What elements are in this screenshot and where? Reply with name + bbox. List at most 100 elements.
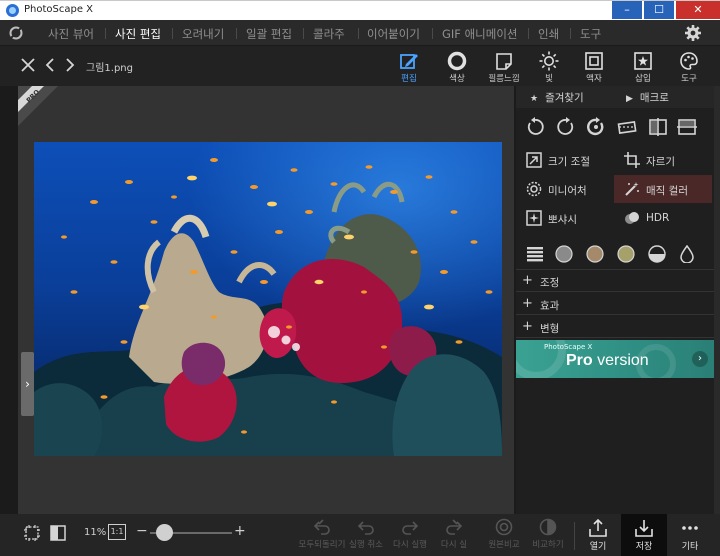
hdr-button[interactable]: HDR: [614, 204, 712, 232]
filter-gray-icon[interactable]: [555, 245, 573, 263]
filter-presets: [516, 238, 714, 270]
tab-color-label: 색상: [449, 74, 465, 84]
panel-scrollbar[interactable]: [714, 86, 720, 514]
compare-original-label: 원본비교: [488, 540, 520, 550]
revert-all-button[interactable]: 모두되돌리기: [298, 518, 346, 554]
tab-frame[interactable]: 액자: [576, 49, 612, 85]
section-effects[interactable]: + 효과: [516, 293, 714, 315]
menu-divider: [432, 28, 433, 39]
save-icon: [635, 520, 653, 537]
menu-photo-editor[interactable]: 사진 편집: [115, 26, 161, 42]
fit-screen-icon[interactable]: [24, 525, 40, 541]
section-effects-label: 효과: [540, 300, 560, 312]
favorites-button[interactable]: ★ 즐겨찾기: [530, 90, 584, 105]
redo-all-icon: [446, 519, 463, 535]
open-label: 열기: [589, 542, 607, 552]
split-view-icon[interactable]: [50, 525, 66, 541]
undo-icon: [357, 521, 374, 535]
tab-film[interactable]: 필름느낌: [486, 49, 522, 85]
hdr-label: HDR: [646, 212, 670, 224]
flip-vertical-icon[interactable]: [676, 116, 698, 138]
filter-sepia-icon[interactable]: [586, 245, 604, 263]
menu-tools[interactable]: 도구: [580, 26, 601, 42]
film-icon: [496, 53, 512, 70]
banner-title-version: version: [592, 352, 649, 369]
rotate-free-icon[interactable]: [585, 116, 607, 138]
image-canvas[interactable]: PRO ›: [18, 86, 514, 514]
tab-insert[interactable]: 삽입: [625, 49, 661, 85]
macro-button[interactable]: ▶ 매크로: [626, 90, 669, 105]
menu-batch-edit[interactable]: 일괄 편집: [246, 26, 292, 42]
chevron-right-icon: ›: [692, 351, 708, 367]
maximize-button[interactable]: ☐: [644, 1, 674, 19]
photoscape-logo-icon: [6, 4, 19, 17]
close-icon[interactable]: [20, 57, 36, 73]
crop-button[interactable]: 자르기: [614, 146, 712, 174]
magic-color-button[interactable]: 매직 컬러: [614, 175, 712, 203]
filter-half-icon[interactable]: [648, 245, 666, 263]
straighten-icon[interactable]: [616, 116, 638, 138]
undo-button[interactable]: 실행 취소: [342, 518, 390, 554]
menu-collage[interactable]: 콜라주: [313, 26, 345, 42]
pro-version-banner[interactable]: PhotoScape X Pro version ›: [516, 340, 714, 378]
expand-plus-icon: +: [522, 296, 533, 311]
app-menu-icon[interactable]: [8, 25, 24, 41]
favorites-label: 즐겨찾기: [545, 92, 584, 104]
tab-color[interactable]: 색상: [439, 49, 475, 85]
bloom-button[interactable]: 뽀샤시: [516, 204, 614, 232]
frame-icon: [585, 52, 603, 70]
tab-tools[interactable]: 도구: [671, 49, 707, 85]
zoom-out-button[interactable]: −: [136, 523, 148, 539]
filter-warm-icon[interactable]: [617, 245, 635, 263]
tab-edit[interactable]: 편집: [391, 49, 427, 85]
more-button[interactable]: 기타: [667, 514, 713, 556]
menu-photo-viewer[interactable]: 사진 뷰어: [48, 26, 94, 42]
menu-divider: [172, 28, 173, 39]
chevron-left-icon[interactable]: [42, 57, 58, 73]
miniature-icon: [526, 181, 542, 197]
expand-sidebar-button[interactable]: ›: [21, 352, 34, 416]
menu-gif-animation[interactable]: GIF 애니메이션: [442, 26, 517, 42]
compare-original-icon: [495, 518, 513, 536]
compare-original-button[interactable]: 원본비교: [480, 518, 528, 554]
section-adjust[interactable]: + 조정: [516, 270, 714, 292]
gear-icon[interactable]: [684, 24, 702, 42]
section-transform[interactable]: + 변형: [516, 316, 714, 338]
drop-icon[interactable]: [678, 245, 696, 263]
menu-cut-out[interactable]: 오려내기: [182, 26, 224, 42]
bottom-bar: 11% 1:1 − + 모두되돌리기 실행 취소 다시 실행 다시 실 원본비교…: [0, 514, 720, 556]
rotate-left-icon[interactable]: [524, 116, 546, 138]
tab-film-label: 필름느낌: [488, 74, 520, 84]
tab-light[interactable]: 빛: [531, 49, 567, 85]
tab-tools-label: 도구: [681, 74, 697, 84]
open-icon: [589, 518, 607, 537]
redo-all-button[interactable]: 다시 실: [430, 518, 478, 554]
zoom-slider-thumb[interactable]: [155, 524, 173, 541]
open-button[interactable]: 열기: [575, 514, 621, 556]
redo-all-label: 다시 실: [440, 540, 468, 550]
redo-icon: [402, 521, 419, 535]
compare-icon: [539, 518, 557, 536]
rotate-toolbar: [516, 112, 714, 142]
menu-bar: 사진 뷰어 사진 편집 오려내기 일괄 편집 콜라주 이어붙이기 GIF 애니메…: [0, 20, 720, 46]
minimize-button[interactable]: –: [612, 1, 642, 19]
chevron-right-icon[interactable]: [62, 57, 78, 73]
menu-print[interactable]: 인쇄: [538, 26, 559, 42]
editor-toolbar: 그림1.png 편집 색상 필름느낌 빛 액자 삽입 도구: [0, 46, 720, 86]
compare-button[interactable]: 비교하기: [524, 518, 572, 554]
flip-horizontal-icon[interactable]: [647, 116, 669, 138]
actual-size-button[interactable]: 1:1: [108, 524, 126, 540]
rotate-right-icon[interactable]: [555, 116, 577, 138]
close-window-button[interactable]: ✕: [676, 1, 720, 19]
menu-divider: [358, 28, 359, 39]
save-button[interactable]: 저장: [621, 514, 667, 556]
sun-icon: [539, 51, 559, 71]
list-icon[interactable]: [526, 245, 544, 263]
zoom-in-button[interactable]: +: [234, 523, 246, 539]
redo-button[interactable]: 다시 실행: [386, 518, 434, 554]
bloom-icon: [526, 210, 542, 226]
menu-combine[interactable]: 이어붙이기: [367, 26, 420, 42]
menu-divider: [528, 28, 529, 39]
resize-button[interactable]: 크기 조절: [516, 146, 614, 174]
miniature-button[interactable]: 미니어처: [516, 175, 614, 203]
